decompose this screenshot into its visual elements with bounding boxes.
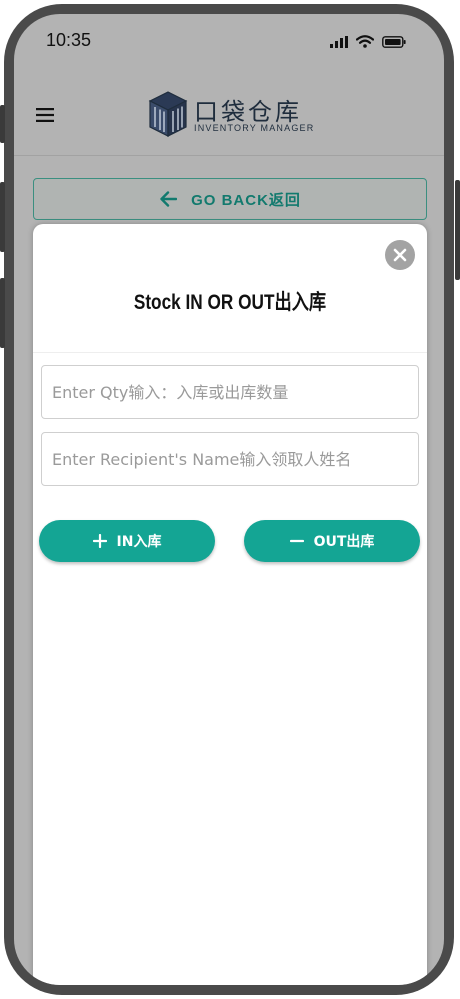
phone-volume-up-button bbox=[0, 182, 5, 252]
status-icons bbox=[330, 35, 406, 48]
plus-icon bbox=[92, 534, 107, 548]
battery-icon bbox=[382, 35, 406, 48]
wifi-icon bbox=[356, 35, 374, 48]
modal-divider bbox=[33, 352, 427, 353]
warehouse-logo-icon bbox=[148, 91, 188, 137]
close-modal-button[interactable] bbox=[385, 240, 415, 270]
minus-icon bbox=[289, 539, 304, 543]
recipient-name-input[interactable] bbox=[41, 432, 419, 486]
qty-input[interactable] bbox=[41, 365, 419, 419]
app-header: 口袋仓库 Inventory Manager bbox=[14, 70, 444, 156]
phone-volume-down-button bbox=[0, 278, 5, 348]
phone-power-button bbox=[455, 180, 460, 280]
stock-in-label: IN入库 bbox=[116, 534, 162, 550]
stock-in-button[interactable]: IN入库 bbox=[39, 520, 215, 562]
logo-title: 口袋仓库 bbox=[194, 98, 302, 126]
stock-out-button[interactable]: OUT出库 bbox=[244, 520, 420, 562]
app-logo: 口袋仓库 Inventory Manager bbox=[148, 88, 315, 140]
app-screen: 10:35 口袋仓库 INVENTORY MANAGER GO BACK返回 S… bbox=[14, 14, 444, 985]
go-back-button[interactable]: GO BACK返回 bbox=[33, 178, 427, 220]
phone-side-button bbox=[0, 105, 5, 143]
arrow-left-icon bbox=[160, 191, 178, 207]
stock-modal: Stock IN OR OUT出入库 IN入库 OUT出库 bbox=[33, 224, 427, 985]
modal-title: Stock IN OR OUT出入库 bbox=[133, 291, 327, 314]
status-time: 10:35 bbox=[46, 30, 92, 50]
logo-subtitle: Inventory Manager bbox=[194, 123, 315, 133]
go-back-label: GO BACK返回 bbox=[191, 191, 301, 209]
status-bar: 10:35 bbox=[14, 14, 444, 70]
stock-out-label: OUT出库 bbox=[313, 534, 375, 550]
signal-icon bbox=[330, 35, 348, 48]
close-icon bbox=[393, 248, 407, 262]
hamburger-menu-icon[interactable] bbox=[36, 108, 54, 122]
